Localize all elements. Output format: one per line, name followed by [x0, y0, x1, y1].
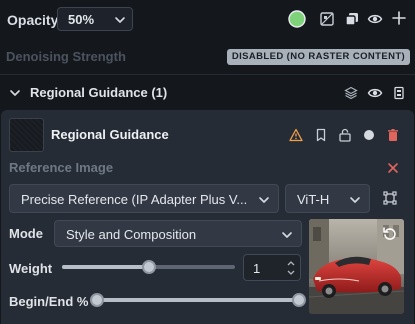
reset-image-button[interactable] [380, 224, 400, 244]
eye-icon [367, 11, 383, 27]
chevron-down-icon [114, 14, 126, 26]
clip-vision-select[interactable]: ViT-H [285, 184, 370, 213]
transparency-icon [319, 11, 335, 27]
chevron-down-icon [258, 194, 270, 206]
stepper-icon[interactable] [286, 258, 296, 278]
status-badge: DISABLED (NO RASTER CONTENT) [227, 49, 410, 65]
layers-stack-icon [344, 11, 360, 27]
mode-value: Style and Composition [66, 227, 197, 242]
group-settings-button[interactable] [389, 83, 409, 103]
collapse-chevron-icon [8, 86, 22, 100]
weight-value: 1 [253, 261, 261, 276]
group-visibility-button[interactable] [365, 83, 385, 103]
end-range-thumb[interactable] [292, 293, 306, 307]
circle-icon [363, 129, 375, 141]
lock-icon [338, 128, 352, 142]
denoising-strength-label: Denoising Strength [6, 49, 126, 64]
weight-slider-thumb[interactable] [141, 260, 156, 274]
card-title[interactable]: Regional Guidance [51, 127, 169, 142]
warning-icon [289, 128, 303, 142]
toggle-enabled-button[interactable] [359, 125, 379, 145]
lock-button[interactable] [335, 125, 355, 145]
weight-number-input[interactable]: 1 [243, 254, 301, 281]
chevron-down-icon [349, 194, 361, 206]
bookmark-button[interactable] [311, 125, 331, 145]
weight-label: Weight [9, 261, 53, 276]
transparency-button[interactable] [317, 9, 337, 29]
sliders-icon [392, 86, 406, 100]
reference-image-label: Reference Image [9, 160, 114, 175]
delete-button[interactable] [383, 125, 403, 145]
chevron-down-icon [281, 229, 293, 241]
visibility-button[interactable] [365, 9, 385, 29]
close-icon [387, 162, 399, 174]
stack-icon [344, 86, 358, 100]
eye-icon [367, 85, 383, 101]
begin-end-label: Begin/End % [9, 294, 89, 309]
crop-icon [382, 190, 398, 206]
opacity-label: Opacity [7, 12, 59, 28]
begin-range-thumb[interactable] [90, 293, 104, 307]
collapse-button[interactable] [5, 83, 25, 103]
layer-thumbnail [9, 118, 44, 152]
swatch-icon [288, 10, 306, 28]
color-swatch-button[interactable] [287, 9, 307, 29]
plus-icon [391, 10, 407, 26]
remove-reference-button[interactable] [383, 158, 403, 178]
mode-select[interactable]: Style and Composition [54, 220, 302, 247]
warning-button[interactable] [286, 125, 306, 145]
crop-button[interactable] [380, 188, 400, 208]
mode-label: Mode [9, 226, 43, 241]
opacity-select[interactable]: 50% [57, 7, 133, 31]
begin-end-range-track[interactable] [97, 298, 299, 302]
divider [0, 74, 415, 75]
trash-icon [386, 128, 400, 142]
weight-slider-fill [62, 265, 149, 269]
bookmark-icon [314, 128, 328, 142]
opacity-value: 50% [68, 12, 95, 27]
merge-layers-button[interactable] [341, 83, 361, 103]
model-select-value: Precise Reference (IP Adapter Plus V... [21, 192, 248, 207]
reset-icon [382, 226, 398, 242]
clip-vision-value: ViT-H [297, 192, 330, 207]
layers-button[interactable] [342, 9, 362, 29]
ip-adapter-model-select[interactable]: Precise Reference (IP Adapter Plus V... [9, 184, 279, 213]
add-button[interactable] [389, 8, 409, 28]
regional-guidance-header-title: Regional Guidance (1) [30, 85, 168, 100]
